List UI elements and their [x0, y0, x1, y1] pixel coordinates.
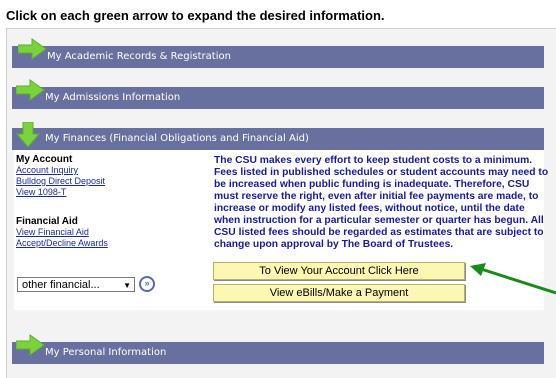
accept-decline-awards-link[interactable]: Accept/Decline Awards: [16, 238, 108, 249]
my-account-group: My Account Account Inquiry Bulldog Direc…: [16, 154, 105, 198]
bulldog-direct-deposit-link[interactable]: Bulldog Direct Deposit: [16, 176, 105, 187]
view-financial-aid-link[interactable]: View Financial Aid: [16, 227, 108, 238]
section-admissions[interactable]: My Admissions Information: [12, 79, 544, 109]
financial-aid-group: Financial Aid View Financial Aid Accept/…: [16, 216, 108, 249]
section-finances[interactable]: My Finances (Financial Obligations and F…: [12, 122, 544, 150]
fees-notice: The CSU makes every effort to keep stude…: [214, 155, 549, 250]
section-academic[interactable]: My Academic Records & Registration: [12, 38, 544, 68]
expand-arrow-icon[interactable]: [16, 79, 46, 101]
other-financial-dropdown[interactable]: other financial... ▼: [17, 277, 135, 292]
view-account-button[interactable]: To View Your Account Click Here: [213, 262, 465, 280]
collapse-arrow-icon[interactable]: [16, 122, 40, 148]
financial-aid-heading: Financial Aid: [16, 216, 78, 227]
double-chevron-right-icon: »: [144, 278, 150, 288]
view-ebills-button[interactable]: View eBills/Make a Payment: [213, 284, 465, 302]
section-label: My Admissions Information: [45, 92, 181, 103]
pointer-arrow-icon: [470, 263, 556, 295]
expand-arrow-icon[interactable]: [16, 334, 46, 356]
go-button[interactable]: »: [139, 276, 155, 292]
section-label: My Finances (Financial Obligations and F…: [45, 133, 309, 144]
my-account-heading: My Account: [16, 154, 73, 165]
section-personal[interactable]: My Personal Information: [12, 334, 544, 364]
chevron-down-icon: ▼: [123, 281, 131, 290]
section-label: My Academic Records & Registration: [47, 51, 231, 62]
expand-arrow-icon[interactable]: [18, 38, 48, 60]
view-1098t-link[interactable]: View 1098-T: [16, 187, 105, 198]
dropdown-value: other financial...: [22, 279, 100, 291]
section-label: My Personal Information: [45, 347, 167, 358]
instruction-text: Click on each green arrow to expand the …: [6, 8, 385, 23]
account-inquiry-link[interactable]: Account Inquiry: [16, 165, 105, 176]
